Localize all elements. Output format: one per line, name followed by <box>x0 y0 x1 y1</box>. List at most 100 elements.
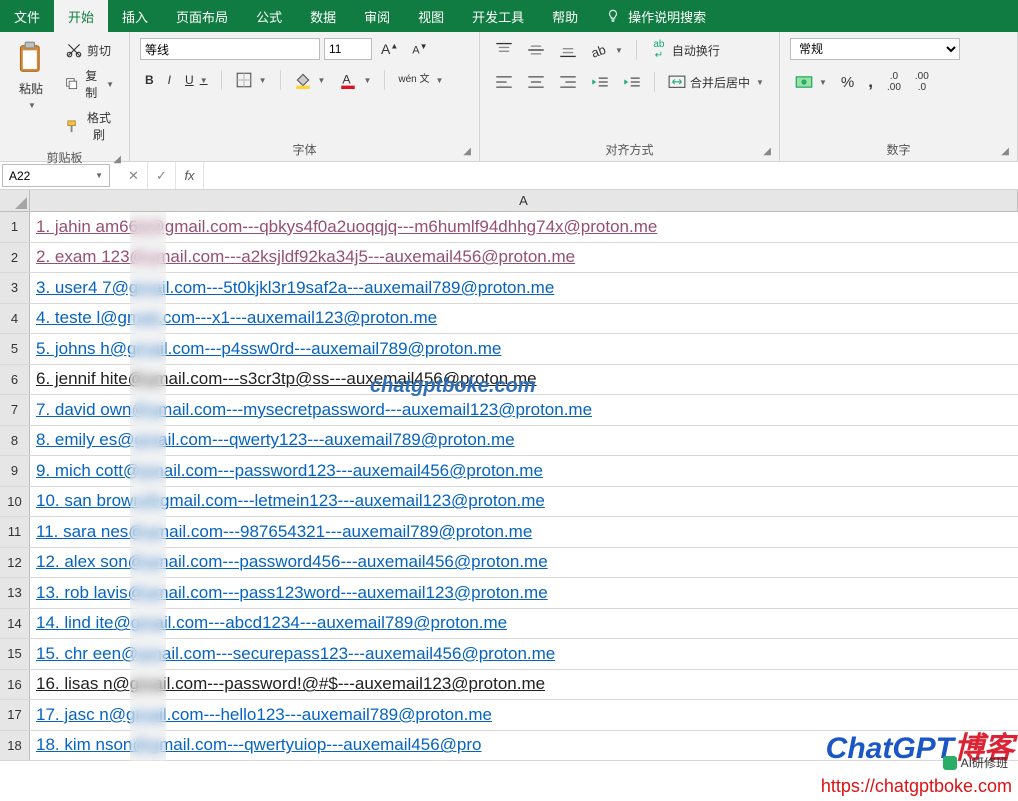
row-header[interactable]: 14 <box>0 609 30 639</box>
accounting-format-button[interactable]: ▼ <box>790 70 832 94</box>
dialog-launcher-icon[interactable]: ◢ <box>463 146 471 157</box>
menu-tab-insert[interactable]: 插入 <box>108 0 162 32</box>
dialog-launcher-icon[interactable]: ◢ <box>763 146 771 157</box>
confirm-formula-button[interactable]: ✓ <box>148 162 176 189</box>
currency-icon <box>795 73 813 91</box>
cell-a9[interactable]: 9. mich cott@gmail.com---password123---a… <box>30 456 1018 486</box>
row-header[interactable]: 13 <box>0 578 30 608</box>
cell-a3[interactable]: 3. user4 7@gmail.com---5t0kjkl3r19saf2a-… <box>30 273 1018 303</box>
cell-a2[interactable]: 2. exam 123@gmail.com---a2ksjldf92ka34j5… <box>30 243 1018 273</box>
cell-a1[interactable]: 1. jahin am668@gmail.com---qbkys4f0a2uoq… <box>30 212 1018 242</box>
row-header[interactable]: 2 <box>0 243 30 273</box>
increase-decimal-button[interactable]: .0.00 <box>882 68 906 96</box>
menu-tab-help[interactable]: 帮助 <box>538 0 592 32</box>
row-header[interactable]: 1 <box>0 212 30 242</box>
select-all-corner[interactable] <box>0 190 30 211</box>
cell-a10[interactable]: 10. san brown@gmail.com---letmein123---a… <box>30 487 1018 517</box>
decrease-font-button[interactable]: A▼ <box>407 39 432 60</box>
align-middle-button[interactable] <box>522 38 550 62</box>
menu-tab-formulas[interactable]: 公式 <box>242 0 296 32</box>
cell-a17[interactable]: 17. jasc n@gmail.com---hello123---auxema… <box>30 700 1018 730</box>
chevron-down-icon: ▼ <box>756 78 764 87</box>
align-right-button[interactable] <box>554 70 582 94</box>
row-header[interactable]: 15 <box>0 639 30 669</box>
wrap-text-button[interactable]: ab↵自动换行 <box>645 38 725 62</box>
decrease-decimal-button[interactable]: .00.0 <box>910 68 934 96</box>
row-header[interactable]: 10 <box>0 487 30 517</box>
row-header[interactable]: 18 <box>0 731 30 761</box>
number-format-combo[interactable]: 常规 <box>790 38 960 60</box>
cell-a7[interactable]: 7. david own@gmail.com---mysecretpasswor… <box>30 395 1018 425</box>
align-top-button[interactable] <box>490 38 518 62</box>
menu-tab-home[interactable]: 开始 <box>54 0 108 32</box>
row-header[interactable]: 16 <box>0 670 30 700</box>
fill-color-button[interactable]: ▼ <box>289 68 331 92</box>
bold-button[interactable]: B <box>140 70 159 90</box>
row-header[interactable]: 7 <box>0 395 30 425</box>
row-header[interactable]: 4 <box>0 304 30 334</box>
decrease-indent-button[interactable] <box>586 70 614 94</box>
merge-center-button[interactable]: 合并后居中▼ <box>663 70 769 94</box>
row-header[interactable]: 3 <box>0 273 30 303</box>
increase-indent-button[interactable] <box>618 70 646 94</box>
row-header[interactable]: 5 <box>0 334 30 364</box>
border-button[interactable]: ▼ <box>230 68 272 92</box>
dialog-launcher-icon[interactable]: ◢ <box>1001 146 1009 157</box>
row-header[interactable]: 17 <box>0 700 30 730</box>
group-font: A▲ A▼ B I U▼ ▼ ▼ A▼ wén 文▼ 字体◢ <box>130 32 480 161</box>
row-header[interactable]: 11 <box>0 517 30 547</box>
cancel-formula-button[interactable]: ✕ <box>120 162 148 189</box>
cell-a18[interactable]: 18. kim nson@gmail.com---qwertyuiop---au… <box>30 731 1018 761</box>
menu-tab-file[interactable]: 文件 <box>0 0 54 32</box>
percent-button[interactable]: % <box>836 71 859 94</box>
align-bottom-button[interactable] <box>554 38 582 62</box>
paste-button[interactable]: 粘贴 ▼ <box>10 38 52 108</box>
cut-button[interactable]: 剪切 <box>60 38 119 62</box>
cell-a15[interactable]: 15. chr een@gmail.com---securepass123---… <box>30 639 1018 669</box>
formula-bar: A22▼ ✕ ✓ fx <box>0 162 1018 190</box>
menu-tab-data[interactable]: 数据 <box>296 0 350 32</box>
percent-icon: % <box>841 74 854 91</box>
name-box[interactable]: A22▼ <box>2 164 110 187</box>
font-name-combo[interactable] <box>140 38 320 60</box>
menu-tab-devtools[interactable]: 开发工具 <box>458 0 538 32</box>
row-header[interactable]: 6 <box>0 365 30 395</box>
chevron-down-icon: ▼ <box>436 76 444 85</box>
font-size-combo[interactable] <box>324 38 372 60</box>
name-box-value: A22 <box>9 169 30 183</box>
column-header-a[interactable]: A <box>30 190 1018 211</box>
comma-button[interactable]: , <box>863 69 878 95</box>
cell-a13[interactable]: 13. rob lavis@gmail.com---pass123word---… <box>30 578 1018 608</box>
cell-a11[interactable]: 11. sara nes@gmail.com---987654321---aux… <box>30 517 1018 547</box>
cell-a16[interactable]: 16. lisas n@gmail.com---password!@#$---a… <box>30 670 1018 700</box>
wrap-icon: ab↵ <box>650 41 668 59</box>
font-color-button[interactable]: A▼ <box>334 68 376 92</box>
rows-container: 11. jahin am668@gmail.com---qbkys4f0a2uo… <box>0 212 1018 761</box>
fx-button[interactable]: fx <box>176 162 204 189</box>
row-header[interactable]: 12 <box>0 548 30 578</box>
cell-a5[interactable]: 5. johns h@gmail.com---p4ssw0rd---auxema… <box>30 334 1018 364</box>
tell-me-search[interactable]: 操作说明搜索 <box>592 0 718 32</box>
menu-tab-layout[interactable]: 页面布局 <box>162 0 242 32</box>
row-header[interactable]: 9 <box>0 456 30 486</box>
copy-button[interactable]: 复制▼ <box>60 64 119 104</box>
dialog-launcher-icon[interactable]: ◢ <box>113 154 121 165</box>
cell-a8[interactable]: 8. emily es@gmail.com---qwerty123---auxe… <box>30 426 1018 456</box>
cell-a14[interactable]: 14. lind ite@gmail.com---abcd1234---auxe… <box>30 609 1018 639</box>
cut-label: 剪切 <box>87 42 111 59</box>
italic-button[interactable]: I <box>163 70 176 90</box>
phonetic-button[interactable]: wén 文▼ <box>393 72 448 88</box>
increase-font-button[interactable]: A▲ <box>376 38 403 60</box>
align-left-button[interactable] <box>490 70 518 94</box>
row-header[interactable]: 8 <box>0 426 30 456</box>
menu-tab-view[interactable]: 视图 <box>404 0 458 32</box>
formula-input[interactable] <box>204 162 1018 189</box>
orientation-button[interactable]: ab▼ <box>586 38 628 62</box>
underline-button[interactable]: U▼ <box>180 70 213 90</box>
format-painter-button[interactable]: 格式刷 <box>60 106 119 146</box>
cell-a6[interactable]: 6. jennif hite@gmail.com---s3cr3tp@ss---… <box>30 365 1018 395</box>
cell-a4[interactable]: 4. teste l@gmail.com---x1---auxemail123@… <box>30 304 1018 334</box>
align-center-button[interactable] <box>522 70 550 94</box>
menu-tab-review[interactable]: 审阅 <box>350 0 404 32</box>
cell-a12[interactable]: 12. alex son@gmail.com---password456---a… <box>30 548 1018 578</box>
